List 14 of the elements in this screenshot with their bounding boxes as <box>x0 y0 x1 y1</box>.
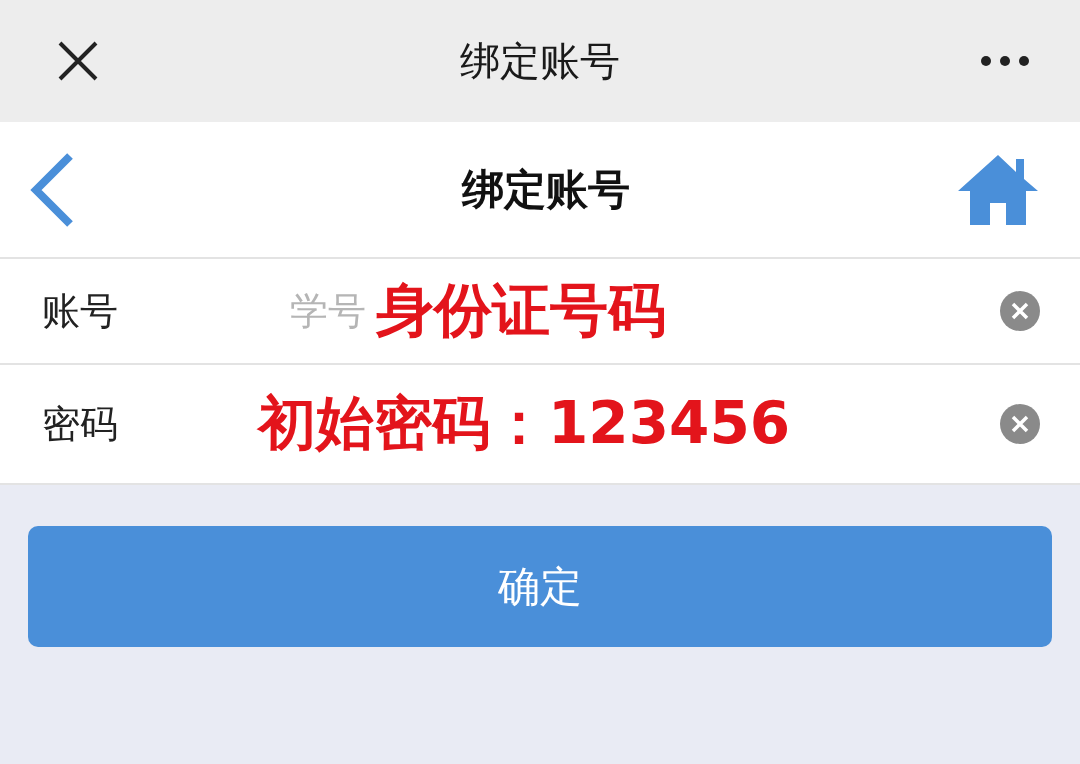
field-label: 账号 <box>42 287 119 335</box>
close-icon[interactable] <box>56 39 100 83</box>
annotation-text: 身份证号码 <box>376 275 666 346</box>
clear-icon[interactable] <box>1000 291 1040 331</box>
page-title: 绑定账号 <box>462 163 630 216</box>
field-label: 密码 <box>42 400 119 448</box>
window-title: 绑定账号 <box>460 36 620 86</box>
clear-icon[interactable] <box>1000 404 1040 444</box>
input-field[interactable]: 学号 <box>290 281 376 341</box>
annotation-text: 初始密码：123456 <box>258 388 791 459</box>
back-icon[interactable] <box>28 151 76 228</box>
confirm-button[interactable]: 确定 <box>28 526 1052 647</box>
home-icon[interactable] <box>956 152 1040 227</box>
more-icon[interactable] <box>980 55 1030 67</box>
